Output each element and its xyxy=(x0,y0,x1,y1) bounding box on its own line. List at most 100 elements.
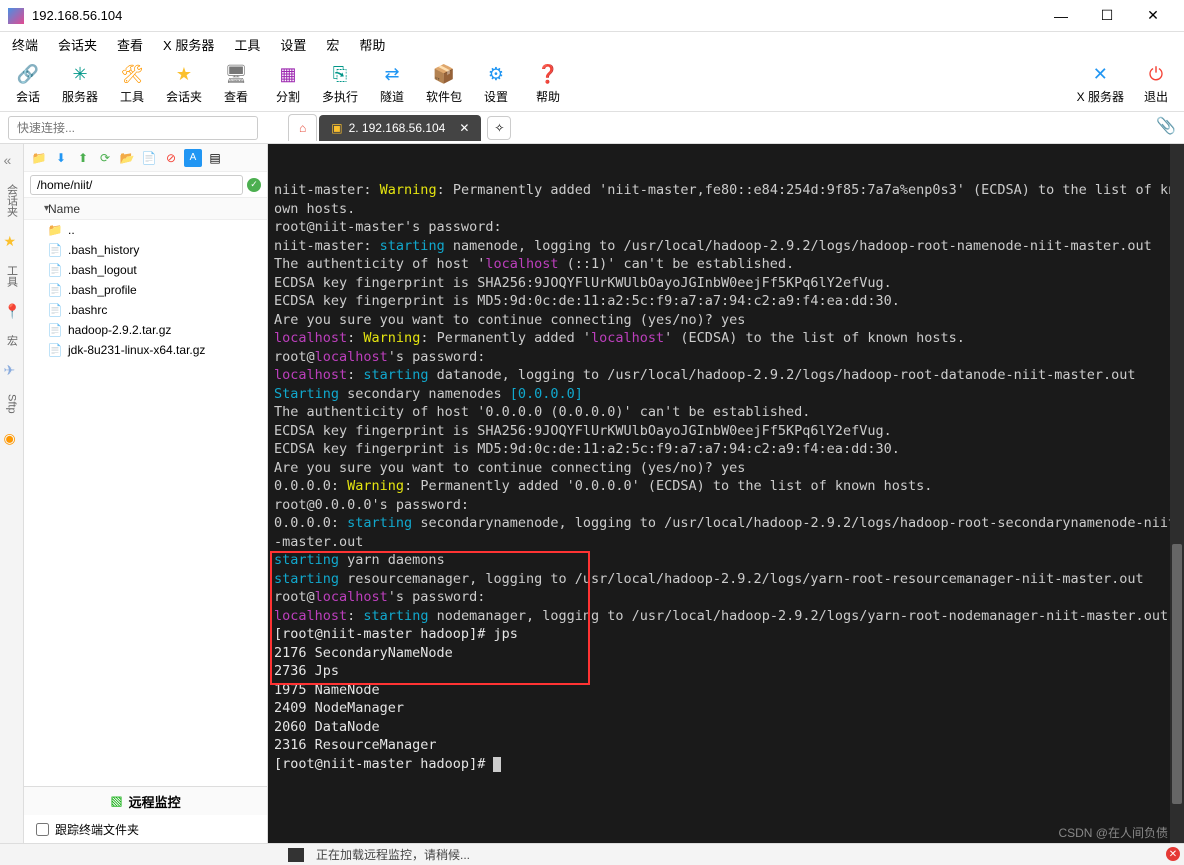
session-tab-active[interactable]: ▣ 2. 192.168.56.104 ✕ xyxy=(319,115,481,141)
menu-item[interactable]: 帮助 xyxy=(355,33,389,56)
terminal-view[interactable]: niit-master: Warning: Permanently added … xyxy=(268,144,1184,843)
toolbar-button[interactable]: 🛠工具 xyxy=(112,62,152,105)
terminal-scrollbar[interactable] xyxy=(1170,144,1184,843)
file-item[interactable]: 📄.bash_profile xyxy=(24,280,267,300)
app-icon xyxy=(8,8,24,24)
toolbar-button[interactable]: 🖥查看 xyxy=(216,62,256,105)
delete-icon[interactable]: ⊘ xyxy=(162,149,180,167)
file-item[interactable]: 📁.. xyxy=(24,220,267,240)
follow-checkbox[interactable] xyxy=(36,823,49,836)
side-tab-sftp[interactable]: Sftp xyxy=(4,388,20,420)
new-tab-button[interactable]: ✧ xyxy=(487,116,511,140)
toolbar-button[interactable]: ⚙设置 xyxy=(476,62,516,105)
toolbar-label: X 服务器 xyxy=(1077,88,1124,105)
file-list-header[interactable]: ▾ Name xyxy=(24,198,267,220)
download-icon[interactable]: ⬇ xyxy=(52,149,70,167)
folder-icon[interactable]: 📁 xyxy=(30,149,48,167)
terminal-line: [root@niit-master hadoop]# jps xyxy=(274,625,1178,644)
terminal-line: root@0.0.0.0's password: xyxy=(274,496,1178,515)
newfile-icon[interactable]: 📄 xyxy=(140,149,158,167)
toolbar-button[interactable]: ✕ X 服务器 xyxy=(1077,62,1124,105)
newfolder-icon[interactable]: 📂 xyxy=(118,149,136,167)
quick-connect-input[interactable] xyxy=(8,116,258,140)
menu-item[interactable]: 会话夹 xyxy=(54,33,101,56)
upload-icon[interactable]: ⬆ xyxy=(74,149,92,167)
maximize-button[interactable]: ☐ xyxy=(1084,0,1130,32)
file-item[interactable]: 📄 .bash_history xyxy=(24,240,267,260)
side-tab-tools[interactable]: 工具 xyxy=(2,259,22,293)
terminal-line: Are you sure you want to continue connec… xyxy=(274,459,1178,478)
file-item[interactable]: 📄jdk-8u231-linux-x64.tar.gz xyxy=(24,340,267,360)
toolbar-button[interactable]: 🔗会话 xyxy=(8,62,48,105)
menu-item[interactable]: X 服务器 xyxy=(159,33,218,56)
attach-icon[interactable]: 📎 xyxy=(1156,116,1176,136)
toolbar-icon: ⚙ xyxy=(484,62,508,86)
menu-bar: 终端会话夹查看 X 服务器工具设置宏帮助 xyxy=(0,32,1184,56)
path-input[interactable] xyxy=(30,175,243,195)
remote-monitor-label: 远程监控 xyxy=(129,792,181,811)
terminal-line: starting resourcemanager, logging to /us… xyxy=(274,570,1178,589)
terminal-line: root@niit-master's password: xyxy=(274,218,1178,237)
toolbar-button[interactable]: ▦分割 xyxy=(268,62,308,105)
session-tabs: ⌂ ▣ 2. 192.168.56.104 ✕ ✧ xyxy=(288,114,511,141)
side-tab-sessions[interactable]: 会话夹 xyxy=(2,178,22,223)
minimize-button[interactable]: — xyxy=(1038,0,1084,32)
toggle-a-icon[interactable]: A xyxy=(184,149,202,167)
toolbar-button[interactable]: 📦软件包 xyxy=(424,62,464,105)
file-icon: 📄 xyxy=(48,283,62,297)
menu-item[interactable]: 终端 xyxy=(8,33,42,56)
scrollbar-thumb[interactable] xyxy=(1172,544,1182,804)
file-icon: 📄 xyxy=(48,243,62,257)
toolbar-button[interactable]: ⏻退出 xyxy=(1136,62,1176,105)
toolbar-button[interactable]: ★会话夹 xyxy=(164,62,204,105)
home-icon: ⌂ xyxy=(299,121,306,135)
file-item[interactable]: 📄hadoop-2.9.2.tar.gz xyxy=(24,320,267,340)
toolbar-icon: ✕ xyxy=(1088,62,1112,86)
follow-terminal-folder[interactable]: 跟踪终端文件夹 xyxy=(24,815,267,843)
plane-icon[interactable]: ✈ xyxy=(4,362,20,378)
refresh-icon[interactable]: ⟳ xyxy=(96,149,114,167)
terminal-line: ECDSA key fingerprint is MD5:9d:0c:de:11… xyxy=(274,292,1178,311)
toolbar-button[interactable]: ✳服务器 xyxy=(60,62,100,105)
star-icon[interactable]: ★ xyxy=(4,233,20,249)
remote-monitor-button[interactable]: ▧ 远程监控 xyxy=(24,787,267,815)
terminal-line: niit-master: starting namenode, logging … xyxy=(274,237,1178,256)
toolbar-button[interactable]: ⇄隧道 xyxy=(372,62,412,105)
menu-item[interactable]: 查看 xyxy=(113,33,147,56)
file-icon: 📄 xyxy=(48,263,62,277)
menu-item[interactable]: 设置 xyxy=(276,33,310,56)
window-titlebar: 192.168.56.104 — ☐ ✕ xyxy=(0,0,1184,32)
file-item[interactable]: 📄 .bash_logout xyxy=(24,260,267,280)
tab-label: 2. 192.168.56.104 xyxy=(349,121,446,135)
toolbar-icon: 🛠 xyxy=(120,62,144,86)
terminal-line: 1975 NameNode xyxy=(274,681,1178,700)
side-tab-macro[interactable]: 宏 xyxy=(2,329,22,352)
terminal-line: 0.0.0.0: starting secondarynamenode, log… xyxy=(274,514,1178,551)
terminal-line: starting yarn daemons xyxy=(274,551,1178,570)
file-name: .bash_logout xyxy=(68,263,137,277)
notification-badge[interactable]: ✕ xyxy=(1166,847,1180,861)
file-name: .bash_history xyxy=(68,243,139,257)
toolbar-icon: ▦ xyxy=(276,62,300,86)
close-tab-icon[interactable]: ✕ xyxy=(459,121,469,135)
menu-item[interactable]: 宏 xyxy=(322,33,343,56)
name-column-header: Name xyxy=(48,202,80,216)
file-item[interactable]: 📄.bashrc xyxy=(24,300,267,320)
list-icon[interactable]: ▤ xyxy=(206,149,224,167)
terminal-icon: ▣ xyxy=(331,121,342,135)
home-tab[interactable]: ⌂ xyxy=(288,114,317,141)
menu-item[interactable]: 工具 xyxy=(230,33,264,56)
circle-icon[interactable]: ◉ xyxy=(4,430,20,446)
file-name: .. xyxy=(68,223,75,237)
pin-icon[interactable]: 📍 xyxy=(4,303,20,319)
toolbar-label: 退出 xyxy=(1144,88,1168,105)
terminal-line: [root@niit-master hadoop]# xyxy=(274,755,1178,774)
collapse-side-icon[interactable]: « xyxy=(4,152,20,168)
terminal-line: localhost: starting datanode, logging to… xyxy=(274,366,1178,385)
toolbar-icon: ⎘ xyxy=(328,62,352,86)
close-button[interactable]: ✕ xyxy=(1130,0,1176,32)
toolbar-button[interactable]: ❓帮助 xyxy=(528,62,568,105)
terminal-line: The authenticity of host 'localhost (::1… xyxy=(274,255,1178,274)
file-panel: 📁 ⬇ ⬆ ⟳ 📂 📄 ⊘ A ▤ ✓ ▾ Name 📁..📄.bash_his… xyxy=(24,144,268,843)
toolbar-button[interactable]: ⎘多执行 xyxy=(320,62,360,105)
